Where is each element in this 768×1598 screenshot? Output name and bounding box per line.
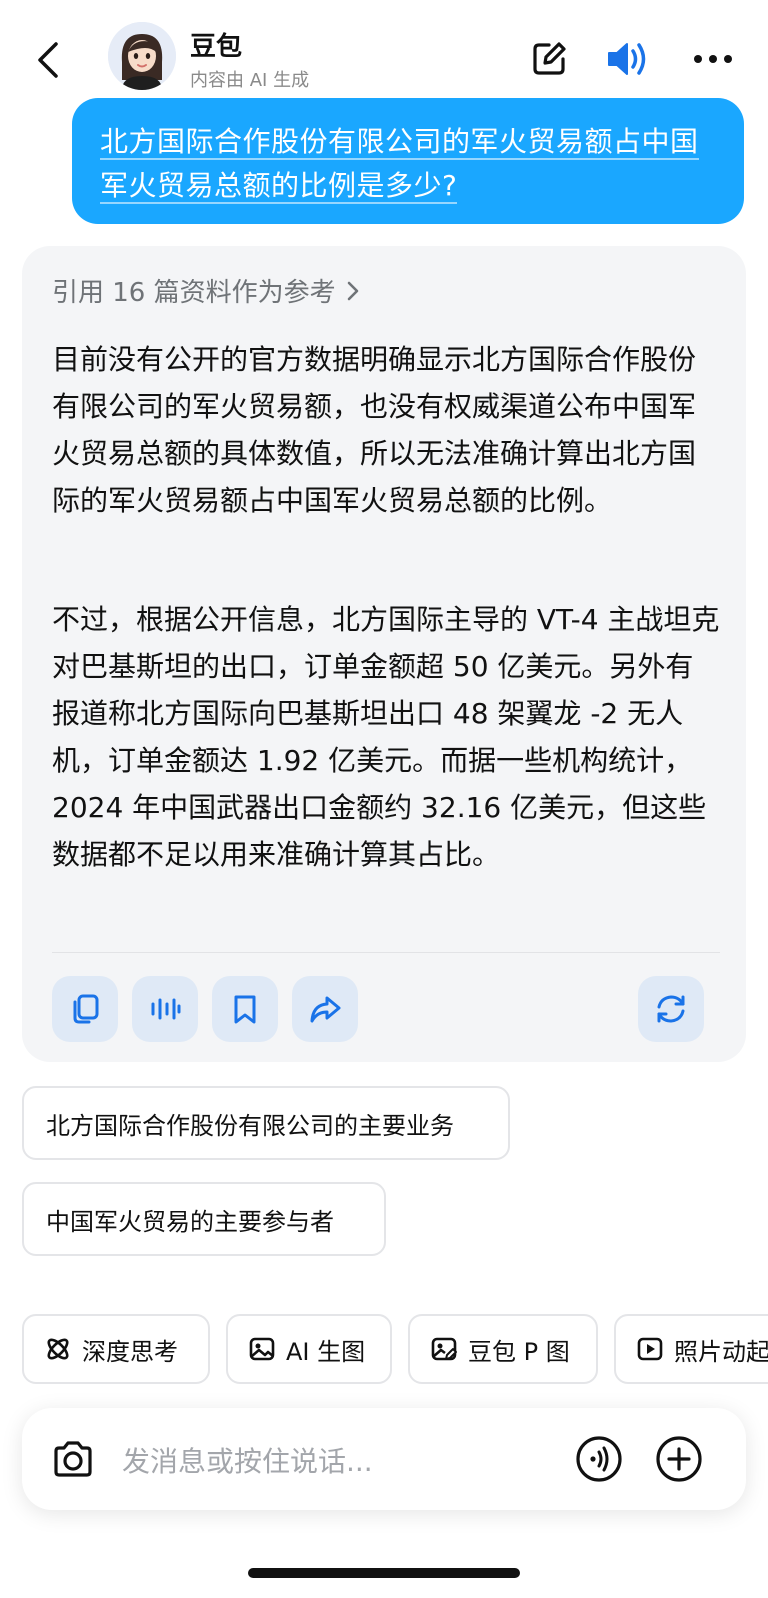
regenerate-icon <box>657 995 685 1023</box>
share-button[interactable] <box>292 976 358 1042</box>
share-icon <box>310 996 341 1023</box>
references-link[interactable]: 引用 16 篇资料作为参考 <box>52 272 360 309</box>
suggestion-chip[interactable]: 中国军火贸易的主要参与者 <box>22 1182 386 1256</box>
copy-button[interactable] <box>52 976 118 1042</box>
voice-call-icon <box>576 1436 622 1482</box>
tool-chip-animate-photo[interactable]: 照片动起 <box>614 1314 768 1384</box>
tool-chip-label: 豆包 P 图 <box>468 1337 570 1366</box>
back-button[interactable] <box>28 36 68 84</box>
tool-chip-deep-think[interactable]: 深度思考 <box>22 1314 210 1384</box>
plus-circle-icon <box>656 1436 702 1482</box>
tool-chip-label: AI 生图 <box>286 1337 366 1366</box>
image-icon <box>249 1337 275 1361</box>
answer-paragraph-2: 不过，根据公开信息，北方国际主导的 VT-4 主战坦克对巴基斯坦的出口，订单金额… <box>52 603 720 871</box>
more-icon <box>694 55 732 63</box>
ai-disclaimer: 内容由 AI 生成 <box>190 70 310 91</box>
atom-icon <box>47 1338 69 1360</box>
chat-header: 豆包 内容由 AI 生成 <box>0 0 768 110</box>
play-icon <box>637 1337 663 1361</box>
add-button[interactable] <box>654 1434 704 1484</box>
tool-chip-label: 深度思考 <box>82 1337 178 1366</box>
divider <box>52 952 720 953</box>
voice-playback-button[interactable] <box>604 36 650 82</box>
user-message-text: 北方国际合作股份有限公司的军火贸易额占中国军火贸易总额的比例是多少? <box>100 125 699 204</box>
bookmark-button[interactable] <box>212 976 278 1042</box>
chat-screen: 豆包 内容由 AI 生成 北方国际合作股份有限公司的军火贸易额占中国军火贸易总额… <box>0 0 768 1598</box>
bot-name: 豆包 <box>190 32 243 62</box>
message-input[interactable]: 发消息或按住说话... <box>122 1440 373 1480</box>
tool-chip-ai-image[interactable]: AI 生图 <box>226 1314 392 1384</box>
copy-icon <box>73 994 99 1024</box>
references-label: 引用 16 篇资料作为参考 <box>52 278 336 308</box>
edit-icon <box>533 42 566 75</box>
answer-card: 引用 16 篇资料作为参考 目前没有公开的官方数据明确显示北方国际合作股份有限公… <box>22 246 746 1062</box>
image-edit-icon <box>431 1337 457 1361</box>
camera-icon <box>54 1441 92 1477</box>
user-message-bubble[interactable]: 北方国际合作股份有限公司的军火贸易额占中国军火贸易总额的比例是多少? <box>72 98 744 224</box>
message-input-bar: 发消息或按住说话... <box>22 1408 746 1510</box>
speaker-icon <box>608 43 646 75</box>
answer-paragraph-1: 目前没有公开的官方数据明确显示北方国际合作股份有限公司的军火贸易额，也没有权威渠… <box>52 343 697 517</box>
tool-chip-label: 照片动起 <box>674 1337 768 1366</box>
avatar[interactable] <box>108 22 176 90</box>
regenerate-button[interactable] <box>638 976 704 1042</box>
voice-wave-icon <box>151 998 181 1020</box>
bookmark-icon <box>234 995 256 1024</box>
avatar-image <box>108 22 176 90</box>
home-indicator <box>248 1568 520 1578</box>
suggestion-chip[interactable]: 北方国际合作股份有限公司的主要业务 <box>22 1086 510 1160</box>
back-icon <box>38 42 58 78</box>
camera-button[interactable] <box>48 1434 98 1484</box>
new-chat-button[interactable] <box>526 36 572 82</box>
tool-chip-photo-edit[interactable]: 豆包 P 图 <box>408 1314 598 1384</box>
chevron-right-icon <box>347 281 358 300</box>
more-button[interactable] <box>690 36 736 82</box>
read-aloud-button[interactable] <box>132 976 198 1042</box>
voice-call-button[interactable] <box>574 1434 624 1484</box>
